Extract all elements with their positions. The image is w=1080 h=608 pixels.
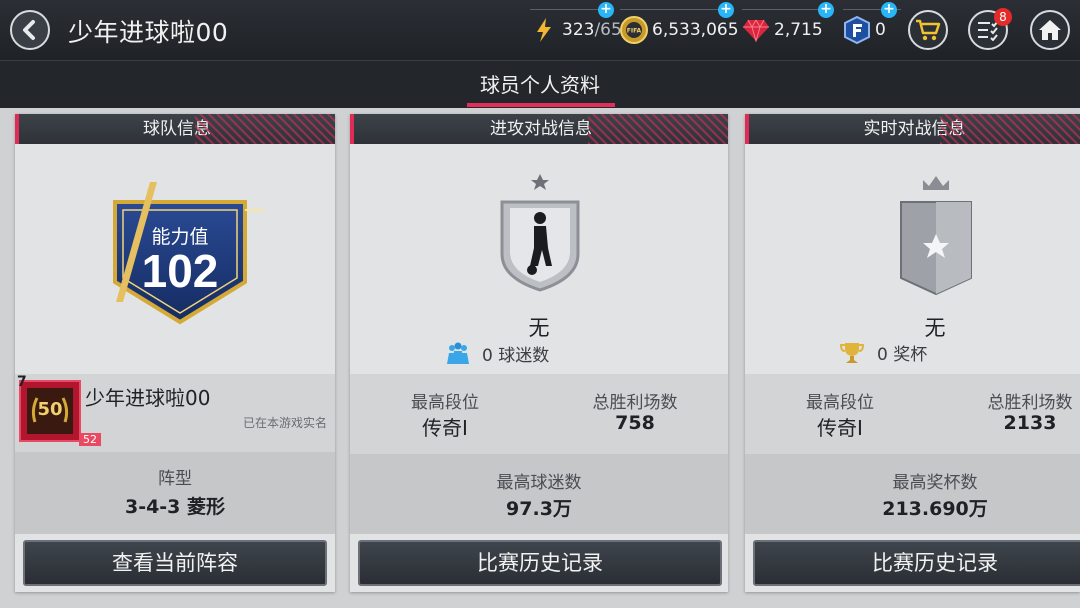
highest-rank-label: 最高段位 — [806, 393, 874, 413]
fpoints-icon — [843, 16, 871, 44]
notification-badge: 8 — [994, 8, 1012, 26]
formation-value: 3-4-3 菱形 — [124, 496, 226, 518]
chevron-left-icon — [23, 20, 35, 40]
team-info-card: 球队信息 能力值 102 7 50 52 少年进球啦00 已在本游戏实名 阵型 … — [15, 114, 335, 592]
gems-counter: + 2,715 — [742, 2, 834, 46]
player-name-row: 7 50 52 少年进球啦00 已在本游戏实名 — [15, 374, 335, 452]
player-name: 少年进球啦00 — [85, 386, 211, 410]
best-fans-label: 最高球迷数 — [496, 473, 582, 493]
live-rank-name: 无 — [924, 316, 946, 340]
fans-text: 0 球迷数 — [482, 345, 550, 366]
divider — [742, 9, 828, 10]
coins-value: 6,533,065 — [652, 20, 739, 40]
best-trophy-label: 最高奖杯数 — [892, 473, 978, 493]
add-fpoints-button[interactable]: + — [881, 2, 897, 18]
formation-label: 阵型 — [158, 469, 192, 489]
gem-icon — [742, 16, 770, 44]
verified-text: 已在本游戏实名 — [242, 416, 327, 430]
fans-icon — [447, 342, 469, 364]
card-header: 球队信息 — [15, 114, 335, 144]
energy-max: /65 — [594, 20, 622, 40]
cart-icon — [916, 19, 941, 41]
gems-value: 2,715 — [774, 20, 823, 40]
attack-stats-row: 最高段位 传奇I 总胜利场数 758 — [350, 374, 728, 454]
home-button[interactable] — [1030, 10, 1070, 50]
highest-rank-value: 传奇I — [817, 416, 863, 440]
coin-icon: FIFA — [620, 16, 648, 44]
trophy-text: 0 奖杯 — [877, 345, 928, 365]
attack-history-button[interactable]: 比赛历史记录 — [358, 540, 722, 586]
page-title: 少年进球啦00 — [68, 18, 229, 47]
coins-counter: + FIFA 6,533,065 — [620, 2, 739, 46]
home-icon — [1039, 20, 1061, 40]
top-bar: 少年进球啦00 + 323 /65 + FIFA 6,533,065 + 2,7… — [0, 0, 1080, 60]
trophy-row: 0 奖杯 — [839, 340, 927, 365]
card-header: 实时对战信息 — [745, 114, 1080, 144]
total-wins-label: 总胜利场数 — [987, 393, 1073, 413]
coin-icon-text: FIFA — [627, 28, 642, 35]
view-lineup-button[interactable]: 查看当前阵容 — [23, 540, 327, 586]
best-fans-value: 97.3万 — [506, 498, 572, 520]
tab-underline — [467, 103, 615, 107]
total-wins-value: 758 — [615, 412, 655, 434]
silver-shield-player-icon — [500, 174, 580, 292]
attack-rank-name: 无 — [528, 316, 550, 340]
divider — [620, 9, 730, 10]
add-coins-button[interactable]: + — [718, 2, 734, 18]
add-gems-button[interactable]: + — [818, 2, 834, 18]
live-best-section: 最高奖杯数 213.690万 — [745, 454, 1080, 534]
attack-match-card: 进攻对战信息 无 0 球迷数 最高段位 传奇I 总胜利场数 758 最高球迷数 … — [350, 114, 728, 592]
energy-current: 323 — [562, 20, 595, 40]
total-wins-label: 总胜利场数 — [592, 393, 678, 413]
card-header: 进攻对战信息 — [350, 114, 728, 144]
attack-rank-emblem — [494, 172, 586, 296]
fpoints-counter: + 0 — [843, 2, 901, 46]
best-trophy-value: 213.690万 — [882, 498, 988, 520]
live-history-button[interactable]: 比赛历史记录 — [753, 540, 1080, 586]
live-stats-row: 最高段位 传奇I 总胜利场数 2133 — [745, 374, 1080, 454]
energy-counter: + 323 /65 — [530, 2, 622, 46]
live-rank-emblem — [893, 172, 979, 304]
tab-player-profile[interactable]: 球员个人资料 — [460, 69, 620, 98]
fans-row: 0 球迷数 — [444, 340, 549, 366]
rating-value: 102 — [141, 245, 219, 297]
attack-best-section: 最高球迷数 97.3万 — [350, 454, 728, 534]
trophy-icon — [839, 342, 865, 363]
tasks-button[interactable]: 8 — [968, 8, 1012, 50]
live-match-card: 实时对战信息 无 0 奖杯 最高段位 传奇I 总胜利场数 2133 最高奖杯数 … — [745, 114, 1080, 592]
profile-tab-bar: 球员个人资料 — [0, 60, 1080, 108]
fpoints-value: 0 — [875, 20, 886, 40]
formation-section: 阵型 3-4-3 菱形 — [15, 452, 335, 534]
silver-crest-star-icon — [900, 176, 972, 296]
level-value: 50 — [37, 399, 63, 420]
shop-button[interactable] — [908, 10, 948, 50]
level-small: 52 — [79, 433, 101, 446]
back-button[interactable] — [10, 10, 50, 50]
rating-emblem: 能力值 102 — [95, 172, 263, 325]
add-energy-button[interactable]: + — [598, 2, 614, 18]
total-wins-value: 2133 — [1003, 412, 1057, 434]
highest-rank-value: 传奇I — [422, 416, 468, 440]
level-badge: 7 50 52 — [17, 374, 101, 446]
highest-rank-label: 最高段位 — [411, 393, 479, 413]
lightning-icon — [530, 16, 558, 44]
